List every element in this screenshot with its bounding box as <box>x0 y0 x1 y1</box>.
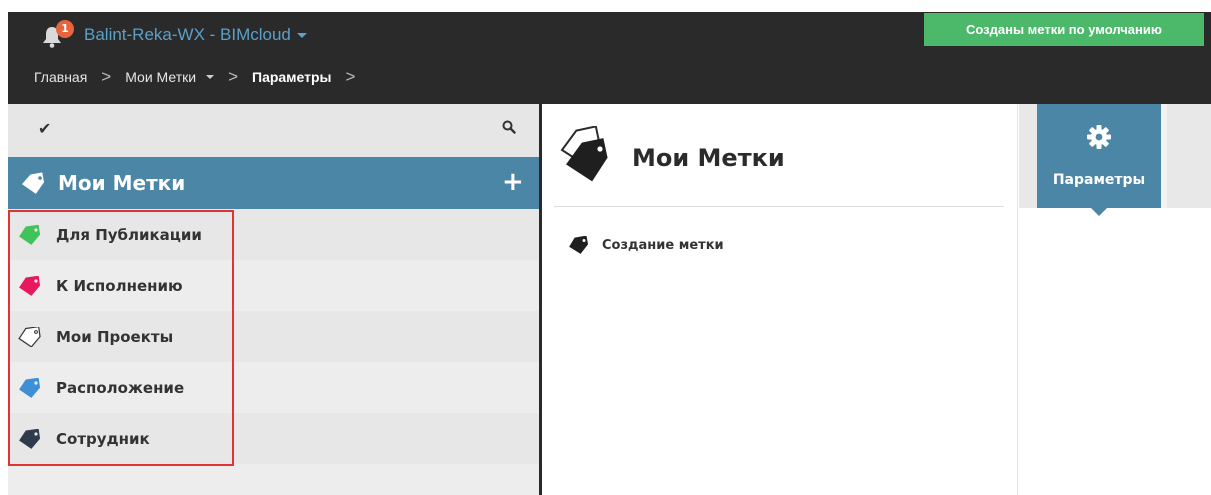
tag-details-panel: Мои Метки Создание метки <box>542 104 1018 495</box>
tag-icon-green <box>19 224 41 245</box>
breadcrumb: Главная > Мои Метки > Параметры > <box>34 64 369 90</box>
sidebar-toolbar: ✔ <box>8 104 539 157</box>
panel-title: Мои Метки <box>632 144 785 172</box>
tag-label: Сотрудник <box>56 429 150 448</box>
add-tag-button[interactable]: + <box>502 167 524 197</box>
gear-icon <box>1087 125 1111 149</box>
tag-icon <box>569 236 589 254</box>
create-tag-button[interactable]: Создание метки <box>568 236 724 254</box>
breadcrumb-my-tags[interactable]: Мои Метки <box>125 69 196 85</box>
breadcrumb-home[interactable]: Главная <box>34 69 87 85</box>
tag-item-my-projects[interactable]: Мои Проекты <box>8 311 539 362</box>
create-tag-label: Создание метки <box>602 237 724 253</box>
chevron-down-icon[interactable] <box>296 32 307 38</box>
chevron-down-icon[interactable] <box>206 75 215 79</box>
breadcrumb-separator: > <box>101 67 112 86</box>
project-title[interactable]: Balint-Reka-WX - BIMcloud <box>84 25 291 45</box>
notifications-button[interactable]: 1 <box>40 20 74 50</box>
breadcrumb-separator: > <box>228 67 238 86</box>
tag-label: Мои Проекты <box>56 327 174 346</box>
tag-icon-red <box>19 275 41 296</box>
tab-parameters[interactable]: Параметры <box>1037 104 1161 216</box>
sidebar-title: Мои Метки <box>58 171 186 195</box>
tag-label: К Исполнению <box>56 276 183 295</box>
notification-badge: 1 <box>56 20 74 38</box>
tab-strip-separator <box>1161 104 1167 208</box>
tags-icon <box>22 172 45 194</box>
tag-list: Для Публикации К Исполнению Мои Проекты … <box>8 209 539 464</box>
tag-icon-dark <box>19 428 41 449</box>
tag-item-location[interactable]: Расположение <box>8 362 539 413</box>
project-selector[interactable]: 1 Balint-Reka-WX - BIMcloud <box>40 20 307 50</box>
tag-label: Для Публикации <box>56 225 202 244</box>
tab-label: Параметры <box>1052 172 1146 188</box>
divider <box>554 206 1004 207</box>
tag-icon-blue <box>19 377 41 398</box>
left-edge <box>0 0 8 495</box>
tag-item-publication[interactable]: Для Публикации <box>8 209 539 260</box>
tag-item-execution[interactable]: К Исполнению <box>8 260 539 311</box>
tag-label: Расположение <box>56 378 185 397</box>
check-icon[interactable]: ✔ <box>38 119 51 138</box>
top-edge <box>0 0 1211 12</box>
right-panel: Параметры <box>1019 104 1211 495</box>
breadcrumb-current: Параметры <box>252 69 332 85</box>
tags-sidebar: ✔ Мои Метки + Для Публикации К Исполнени <box>8 104 539 495</box>
tag-item-employee[interactable]: Сотрудник <box>8 413 539 464</box>
search-icon[interactable] <box>502 120 516 134</box>
tag-icon-white <box>18 326 41 347</box>
notice-banner: Созданы метки по умолчанию <box>924 13 1204 46</box>
breadcrumb-separator: > <box>345 67 356 86</box>
active-tab-pointer <box>1091 208 1107 216</box>
sidebar-header: Мои Метки + <box>8 157 539 209</box>
tags-icon <box>560 126 608 182</box>
